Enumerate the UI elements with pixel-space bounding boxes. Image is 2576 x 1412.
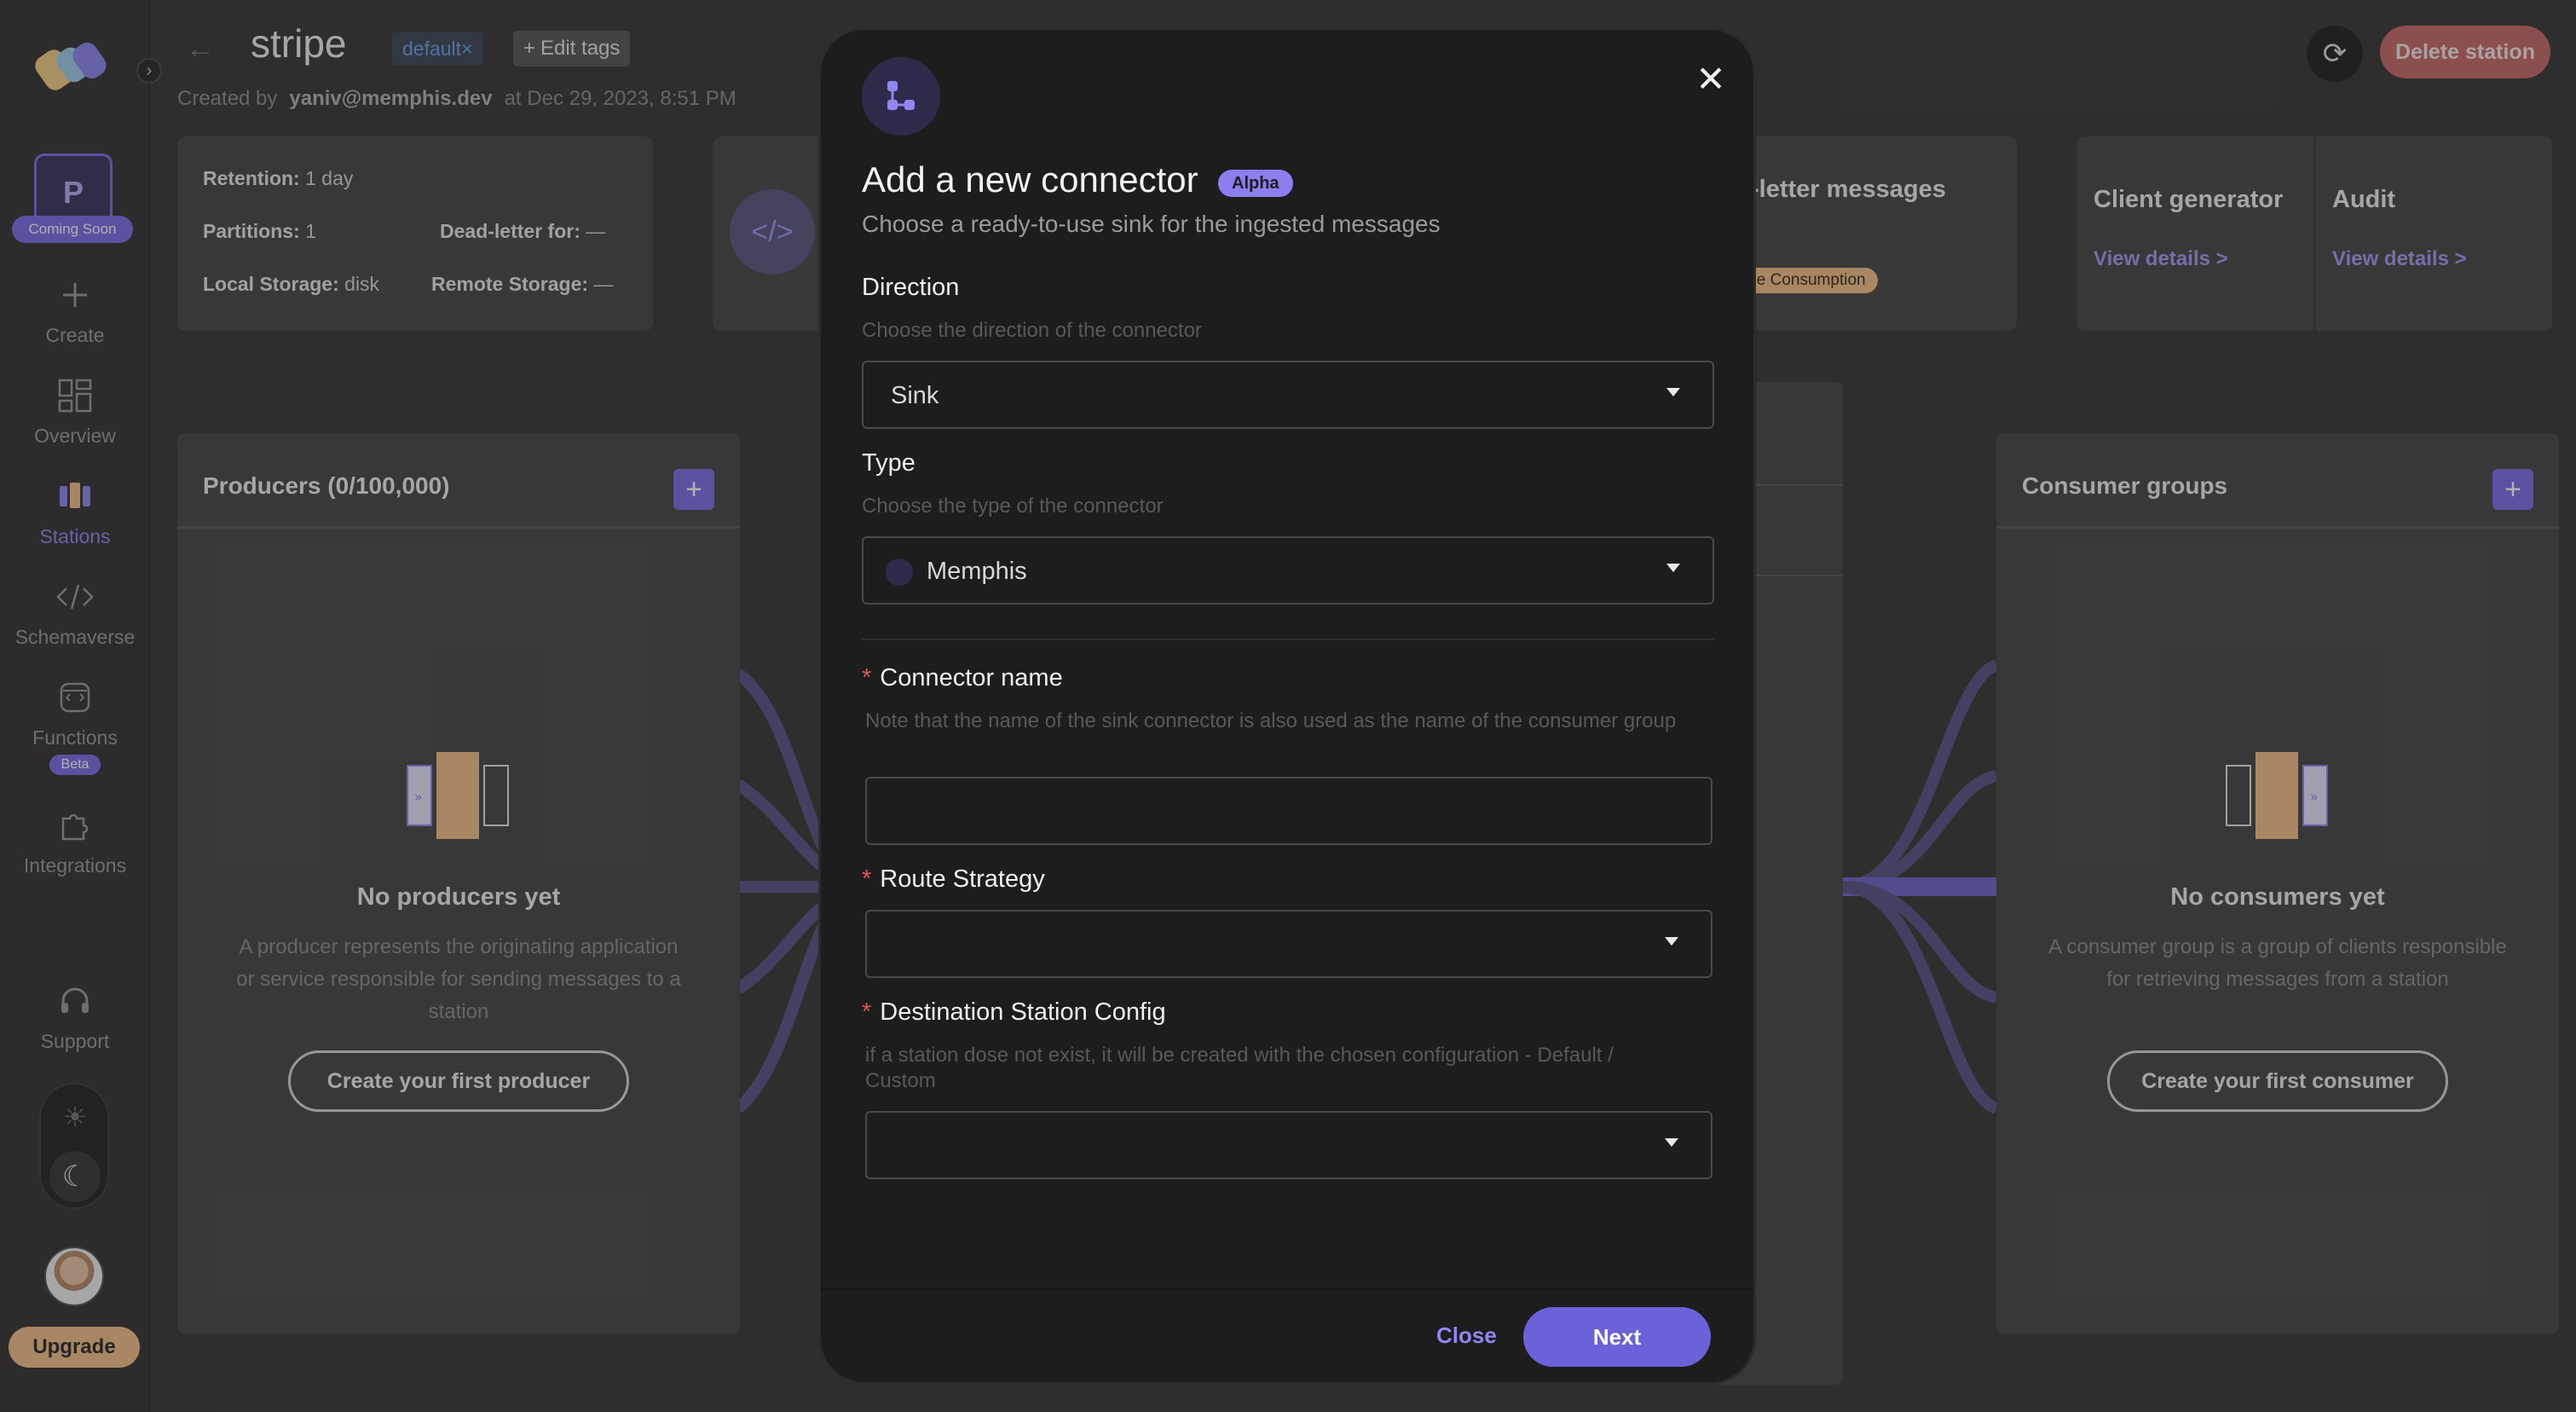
route-strategy-select[interactable] bbox=[865, 910, 1713, 978]
direction-select[interactable]: Sink bbox=[862, 361, 1714, 429]
type-label: Type bbox=[862, 449, 915, 477]
close-icon[interactable]: ✕ bbox=[1690, 59, 1731, 100]
destination-config-select[interactable] bbox=[865, 1111, 1713, 1179]
connector-name-help: Note that the name of the sink connector… bbox=[865, 709, 1677, 732]
type-help: Choose the type of the connector bbox=[862, 495, 1164, 518]
connector-name-label: * Connector name bbox=[862, 664, 1063, 692]
connector-name-input[interactable] bbox=[865, 777, 1713, 845]
chevron-down-icon bbox=[1665, 1138, 1678, 1147]
type-select[interactable]: Memphis bbox=[862, 536, 1714, 605]
modal-footer-divider bbox=[821, 1288, 1753, 1290]
direction-value: Sink bbox=[891, 382, 939, 409]
section-divider bbox=[862, 639, 1714, 640]
modal-subtitle: Choose a ready-to-use sink for the inges… bbox=[862, 211, 1441, 237]
chevron-down-icon bbox=[1666, 388, 1680, 396]
type-value: Memphis bbox=[927, 558, 1027, 585]
chevron-down-icon bbox=[1665, 937, 1678, 946]
next-button[interactable]: Next bbox=[1523, 1307, 1711, 1367]
add-connector-modal: ✕ Add a new connector Alpha Choose a rea… bbox=[818, 27, 1756, 1385]
close-button[interactable]: Close bbox=[1436, 1322, 1497, 1349]
route-strategy-label: * Route Strategy bbox=[862, 865, 1045, 893]
chevron-down-icon bbox=[1666, 564, 1680, 572]
memphis-icon bbox=[886, 558, 913, 586]
destination-config-label: * Destination Station Config bbox=[862, 998, 1166, 1026]
alpha-badge: Alpha bbox=[1218, 170, 1293, 197]
direction-help: Choose the direction of the connector bbox=[862, 319, 1202, 342]
modal-title: Add a new connector bbox=[862, 159, 1198, 200]
connector-icon bbox=[862, 57, 940, 136]
direction-label: Direction bbox=[862, 274, 960, 301]
destination-config-help: if a station dose not exist, it will be … bbox=[865, 1044, 1614, 1092]
